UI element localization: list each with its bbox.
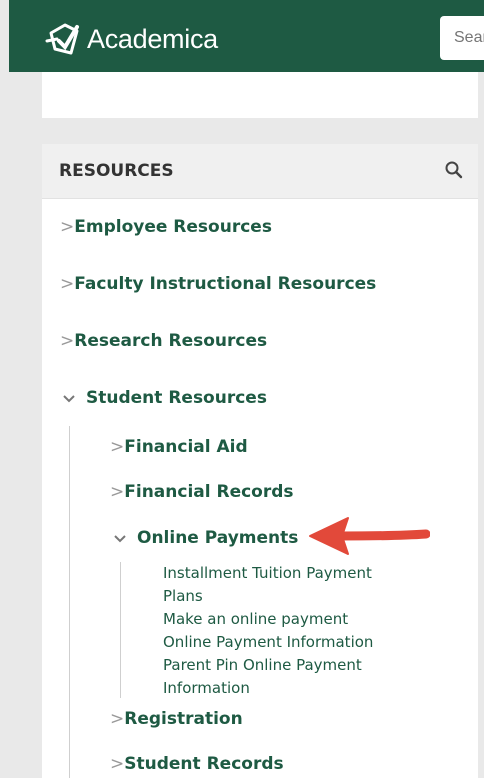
nav-item-employee-resources[interactable]: >Employee Resources [60,217,272,237]
link-label: Make an online payment [163,610,349,628]
chevron-right-icon: > [110,709,125,729]
link-label: Installment Tuition Payment Plans [163,564,372,605]
brand-name: Academica [87,23,218,54]
chevron-right-icon: > [110,482,125,502]
previous-card [42,72,478,118]
nav-item-label: Research Resources [74,331,268,351]
sub-item-label: Online Payments [137,528,299,548]
chevron-down-icon[interactable] [62,394,76,404]
link-parent-pin-online-payment-information[interactable]: Parent Pin Online Payment Information [163,654,393,700]
resources-panel: RESOURCES >Employee Resources >Faculty I… [42,144,478,778]
resources-panel-header: RESOURCES [42,144,478,199]
chevron-right-icon: > [60,217,75,237]
nav-item-faculty-instructional-resources[interactable]: >Faculty Instructional Resources [60,274,376,294]
top-header: Academica [9,0,484,72]
resources-title: RESOURCES [59,161,174,181]
link-installment-tuition-payment-plans[interactable]: Installment Tuition Payment Plans [163,562,393,608]
sub-item-label: Student Records [124,754,284,774]
link-label: Parent Pin Online Payment Information [163,656,362,697]
chevron-right-icon: > [110,754,125,774]
site-search-input[interactable] [440,16,484,60]
sub-item-label: Financial Records [124,482,294,502]
chevron-down-icon[interactable] [113,534,127,544]
sub-item-financial-records[interactable]: >Financial Records [110,482,294,502]
academica-logo-icon [45,23,79,55]
chevron-right-icon: > [60,274,75,294]
nav-item-student-resources[interactable]: Student Resources [86,388,267,408]
chevron-right-icon: > [60,331,75,351]
tree-guide-line [69,426,70,778]
sub-item-registration[interactable]: >Registration [110,709,243,729]
link-online-payment-information[interactable]: Online Payment Information [163,631,373,654]
nav-item-research-resources[interactable]: >Research Resources [60,331,267,351]
chevron-right-icon: > [110,437,125,457]
search-icon[interactable] [444,160,464,180]
link-make-an-online-payment[interactable]: Make an online payment [163,608,348,631]
site-search-box[interactable] [440,16,484,60]
nav-item-label: Faculty Instructional Resources [74,274,377,294]
sub-item-financial-aid[interactable]: >Financial Aid [110,437,248,457]
annotation-arrow-icon [309,517,430,555]
tree-guide-line [120,562,121,698]
academica-logo[interactable]: Academica [45,19,218,59]
link-label: Online Payment Information [163,633,374,651]
sub-item-student-records[interactable]: >Student Records [110,754,284,774]
sub-item-online-payments[interactable]: Online Payments [137,528,298,548]
sub-item-label: Financial Aid [124,437,248,457]
nav-item-label: Student Resources [86,388,267,408]
sub-item-label: Registration [124,709,243,729]
nav-item-label: Employee Resources [74,217,272,237]
